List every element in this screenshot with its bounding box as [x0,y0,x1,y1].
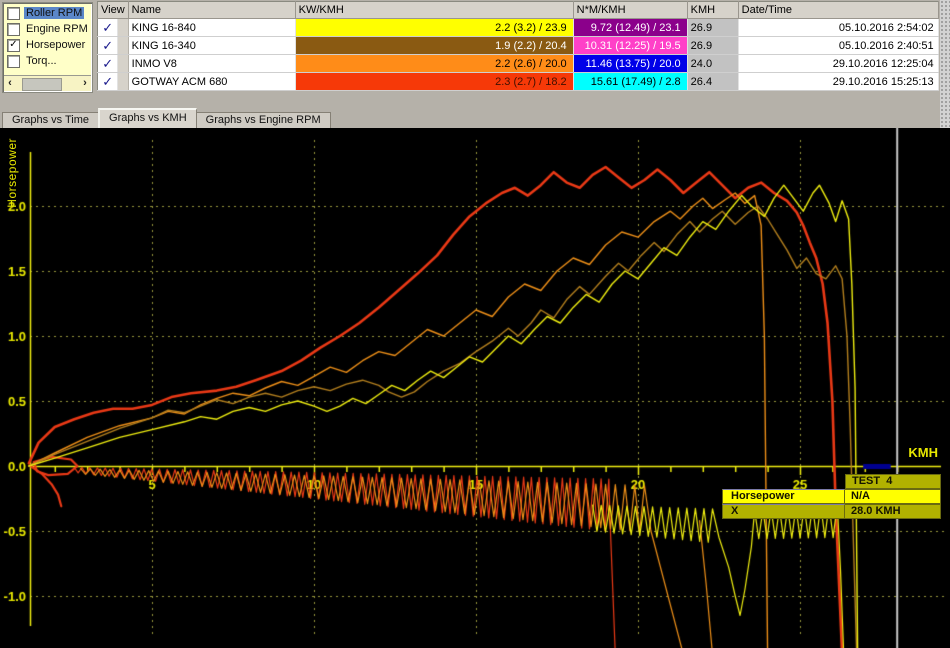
chart-canvas[interactable] [0,128,950,648]
kw-kmh-value: 1.9 (2.2) / 20.4 [295,36,574,55]
scroll-right-arrow-icon[interactable]: › [79,77,91,90]
kmh-value: 26.4 [687,72,739,91]
row-selector[interactable] [117,18,129,37]
kmh-value: 26.9 [687,18,739,37]
dyno-app: Roller RPM Engine RPM ✓ Horsepower Torq.… [0,0,950,648]
checkbox-roller-rpm[interactable] [7,6,20,20]
runs-table: View Name KW/KMH N*M/KMH KMH Date/Time ✓… [97,1,939,91]
tab-graphs-vs-engine-rpm[interactable]: Graphs vs Engine RPM [195,112,331,128]
channel-panel: Roller RPM Engine RPM ✓ Horsepower Torq.… [2,2,93,93]
nm-kmh-value: 9.72 (12.49) / 23.1 [573,18,688,37]
datetime-value: 05.10.2016 2:54:02 [738,18,939,37]
x-axis-label: KMH [908,445,938,460]
nm-kmh-value: 10.31 (12.25) / 19.5 [573,36,688,55]
channel-label: Roller RPM [24,7,85,19]
kmh-value: 26.9 [687,36,739,55]
kw-kmh-value: 2.2 (2.6) / 20.0 [295,54,574,73]
window-resize-grip [940,0,950,128]
channel-item-torque[interactable]: Torq... [3,53,92,69]
run-name: INMO V8 [128,54,296,73]
top-section: Roller RPM Engine RPM ✓ Horsepower Torq.… [0,0,950,128]
row-selector[interactable] [117,54,129,73]
header-kw-kmh[interactable]: KW/KMH [295,1,574,19]
channel-item-roller-rpm[interactable]: Roller RPM [3,5,92,21]
run-name: KING 16-840 [128,18,296,37]
channel-item-engine-rpm[interactable]: Engine RPM [3,21,92,37]
view-checkmark-icon[interactable]: ✓ [97,54,119,73]
channel-label: Horsepower [26,39,86,51]
table-header-row: View Name KW/KMH N*M/KMH KMH Date/Time [97,1,939,19]
tooltip-title: TEST 4 [845,474,941,489]
checkbox-engine-rpm[interactable] [7,22,20,36]
row-selector[interactable] [117,72,129,91]
datetime-value: 29.10.2016 12:25:04 [738,54,939,73]
tooltip-row-value: N/A [845,489,941,504]
table-row[interactable]: ✓ GOTWAY ACM 680 2.3 (2.7) / 18.2 15.61 … [97,72,939,91]
header-kmh[interactable]: KMH [687,1,739,19]
header-name[interactable]: Name [128,1,296,19]
kmh-value: 24.0 [687,54,739,73]
view-checkmark-icon[interactable]: ✓ [97,72,119,91]
run-name: GOTWAY ACM 680 [128,72,296,91]
nm-kmh-value: 11.46 (13.75) / 20.0 [573,54,688,73]
cursor-tooltip: TEST 4 Horsepower N/A X 28.0 KMH [722,474,941,519]
header-nm-kmh[interactable]: N*M/KMH [573,1,688,19]
channel-label: Engine RPM [26,23,88,35]
panel-scrollbar[interactable]: ‹ › [4,75,91,91]
row-selector[interactable] [117,36,129,55]
tooltip-row-label: Horsepower [722,489,845,504]
tab-graphs-vs-kmh[interactable]: Graphs vs KMH [98,108,197,128]
table-row[interactable]: ✓ KING 16-340 1.9 (2.2) / 20.4 10.31 (12… [97,36,939,55]
y-axis-label: Horsepower [5,138,19,208]
view-checkmark-icon[interactable]: ✓ [97,18,119,37]
datetime-value: 05.10.2016 2:40:51 [738,36,939,55]
scrollbar-thumb[interactable] [22,78,62,91]
tab-graphs-vs-time[interactable]: Graphs vs Time [2,112,100,128]
table-row[interactable]: ✓ INMO V8 2.2 (2.6) / 20.0 11.46 (13.75)… [97,54,939,73]
datetime-value: 29.10.2016 15:25:13 [738,72,939,91]
scroll-left-arrow-icon[interactable]: ‹ [4,77,16,90]
channel-item-horsepower[interactable]: ✓ Horsepower [3,37,92,53]
chart-area: Horsepower KMH TEST 4 Horsepower N/A X 2… [0,128,950,648]
checkbox-horsepower[interactable]: ✓ [7,38,20,52]
scrollbar-track[interactable] [16,77,79,91]
channel-label: Torq... [26,55,57,67]
nm-kmh-value: 15.61 (17.49) / 2.8 [573,72,688,91]
table-row[interactable]: ✓ KING 16-840 2.2 (3.2) / 23.9 9.72 (12.… [97,18,939,37]
tooltip-row-label: X [722,504,845,519]
header-view[interactable]: View [97,1,129,19]
checkbox-torque[interactable] [7,54,20,68]
kw-kmh-value: 2.2 (3.2) / 23.9 [295,18,574,37]
tab-bar: Graphs vs Time Graphs vs KMH Graphs vs E… [0,108,950,128]
tooltip-row-value: 28.0 KMH [845,504,941,519]
run-name: KING 16-340 [128,36,296,55]
view-checkmark-icon[interactable]: ✓ [97,36,119,55]
kw-kmh-value: 2.3 (2.7) / 18.2 [295,72,574,91]
header-datetime[interactable]: Date/Time [738,1,939,19]
